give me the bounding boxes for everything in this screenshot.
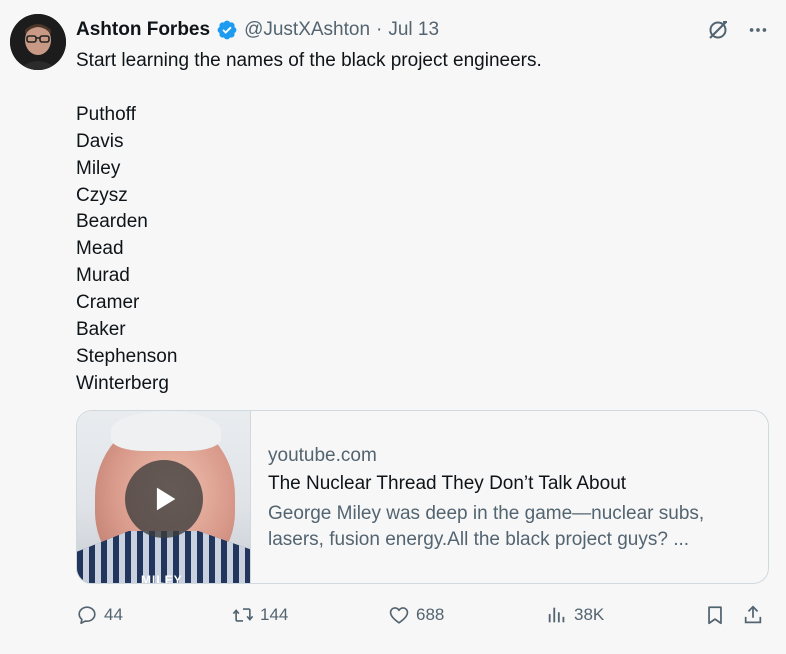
tweet-date[interactable]: Jul 13 [388,19,439,41]
engineer-name: Bearden [76,211,148,233]
heart-icon [389,607,409,624]
play-icon [156,487,176,511]
card-title[interactable]: The Nuclear Thread They Don’t Talk About [268,471,748,497]
engineer-name: Puthoff [76,103,136,125]
views-icon [548,607,565,623]
tweet-top-actions [704,16,772,44]
card-domain: youtube.com [268,445,377,466]
views-button[interactable]: 38K [546,600,604,630]
more-icon[interactable] [744,16,772,44]
card-description: George Miley was deep in the game—nuclea… [268,503,705,550]
engineer-name: Czysz [76,184,128,206]
repost-icon [232,608,254,622]
engineer-name: Cramer [76,292,140,314]
card-info: youtube.com The Nuclear Thread They Don’… [251,411,748,583]
repost-count: 144 [260,605,289,624]
engineer-name: Davis [76,130,124,152]
grok-icon[interactable] [704,16,732,44]
author-display-name[interactable]: Ashton Forbes [76,19,210,41]
thumbnail-caption: MILEY [141,573,183,583]
like-count: 688 [416,605,445,624]
share-icon [744,605,762,624]
reply-icon [78,606,96,625]
link-preview-card[interactable]: MILEY youtube.com The Nuclear Thread The… [76,410,769,584]
share-button[interactable] [742,600,764,630]
avatar[interactable] [10,14,66,70]
tweet: Ashton Forbes @JustXAshton · Jul 13 Star… [0,0,786,654]
repost-button[interactable]: 144 [232,600,288,630]
engineer-name: Miley [76,157,121,179]
bookmark-icon [708,606,722,625]
avatar-portrait-icon [10,14,66,70]
engineer-name: Baker [76,319,126,341]
engineer-name: Stephenson [76,345,178,367]
engineer-name: Winterberg [76,372,169,394]
reply-count: 44 [104,605,123,624]
tweet-header: Ashton Forbes @JustXAshton · Jul 13 [76,16,439,44]
engineer-name: Mead [76,238,124,260]
verified-badge-icon [216,19,238,41]
tweet-actions: 44 144 688 38K [76,600,772,630]
engineer-name: Murad [76,265,130,287]
video-thumbnail[interactable]: MILEY [77,411,251,583]
separator-dot: · [376,19,383,40]
bookmark-button[interactable] [704,600,726,630]
tweet-intro-text: Start learning the names of the black pr… [76,50,542,71]
tweet-text: Start learning the names of the black pr… [76,48,542,398]
view-count: 38K [574,605,605,624]
thumbnail-hair [111,411,221,451]
reply-button[interactable]: 44 [76,600,123,630]
play-button[interactable] [125,460,203,538]
like-button[interactable]: 688 [388,600,444,630]
author-handle[interactable]: @JustXAshton [244,19,370,41]
engineer-name-list: Puthoff Davis Miley Czysz Bearden Mead M… [76,102,542,398]
